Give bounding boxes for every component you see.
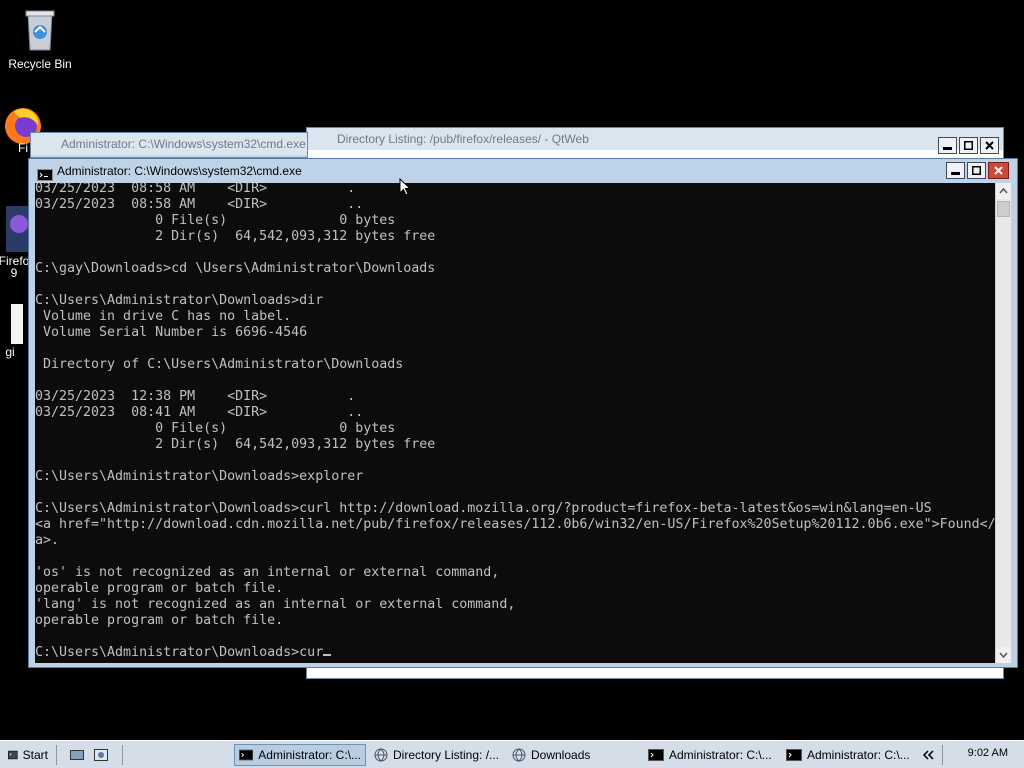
maximize-button[interactable]: [959, 137, 978, 154]
double-chevron-left-icon: [922, 750, 934, 760]
file-icon: [11, 304, 23, 344]
console-line: 'lang' is not recognized as an internal …: [35, 597, 516, 612]
cmd-window-controls: [946, 162, 1009, 179]
console-line: C:\Users\Administrator\Downloads>dir: [35, 293, 324, 308]
taskbar-item-cmd-3[interactable]: Administrator: C:\...: [782, 744, 914, 766]
console-line: Volume Serial Number is 6696-4546: [35, 325, 308, 340]
close-button[interactable]: [988, 162, 1009, 179]
cmd-window[interactable]: Administrator: C:\Windows\system32\cmd.e…: [28, 158, 1018, 668]
maximize-button[interactable]: [967, 162, 986, 179]
taskbar-item-downloads[interactable]: Downloads: [508, 744, 640, 766]
tray-expand-button[interactable]: [918, 744, 940, 766]
minimize-icon: [943, 147, 952, 150]
console-line: operable program or batch file.: [35, 581, 284, 596]
maximize-icon: [964, 141, 973, 150]
console-line: 2 Dir(s) 64,542,093,312 bytes free: [35, 437, 436, 452]
console-line: a>.: [35, 533, 60, 548]
cmd-window-title: Administrator: C:\Windows\system32\cmd.e…: [57, 164, 302, 178]
console-line: C:\gay\Downloads>cd \Users\Administrator…: [35, 261, 436, 276]
console-line: C:\Users\Administrator\Downloads>curl ht…: [35, 501, 932, 516]
clock[interactable]: 9:02 AM: [968, 747, 1008, 759]
quicklaunch-explorer[interactable]: [90, 744, 114, 766]
chevron-up-icon: [999, 188, 1008, 194]
console-icon: [239, 749, 254, 761]
taskbar-item-cmd-2[interactable]: Administrator: C:\...: [644, 744, 778, 766]
minimize-icon: [951, 172, 960, 175]
taskbar-item-label: Directory Listing: /...: [393, 748, 500, 762]
console-line: Volume in drive C has no label.: [35, 309, 292, 324]
taskbar-item-label: Administrator: C:\...: [258, 748, 361, 762]
console-icon: [786, 749, 802, 761]
cmd-titlebar[interactable]: Administrator: C:\Windows\system32\cmd.e…: [29, 159, 1017, 183]
start-label: Start: [22, 748, 48, 762]
console-line: 03/25/2023 12:38 PM <DIR> .: [35, 389, 356, 404]
desktop-icon-recycle-bin[interactable]: Recycle Bin: [0, 8, 80, 71]
start-icon: [8, 750, 18, 760]
console-line: 0 File(s) 0 bytes: [35, 213, 396, 228]
taskbar: Start Administrator: C:\... Directory Li…: [0, 740, 1024, 768]
taskbar-item-cmd-1[interactable]: Administrator: C:\...: [234, 744, 366, 766]
file-manager-icon: [94, 749, 108, 761]
chevron-down-icon: [999, 652, 1008, 658]
console-line: 'os' is not recognized as an internal or…: [35, 565, 500, 580]
taskbar-item-label: Downloads: [531, 748, 591, 762]
console-line: 03/25/2023 08:41 AM <DIR> ..: [35, 405, 364, 420]
minimize-button[interactable]: [946, 162, 965, 179]
taskbar-item-label: Administrator: C:\...: [807, 748, 910, 762]
quicklaunch-desktop[interactable]: [66, 744, 90, 766]
minimize-button[interactable]: [938, 137, 957, 154]
console-line: 03/25/2023 08:58 AM <DIR> .: [35, 183, 356, 196]
close-icon: [985, 141, 994, 150]
close-button[interactable]: [980, 137, 999, 154]
scrollbar-thumb[interactable]: [997, 201, 1010, 217]
console-line: C:\Users\Administrator\Downloads>explore…: [35, 469, 364, 484]
mouse-pointer-icon: [399, 178, 411, 196]
console-text: 03/25/2023 08:58 AM <DIR> . 03/25/2023 0…: [35, 183, 996, 661]
taskbar-divider: [56, 745, 57, 765]
console-line: Directory of C:\Users\Administrator\Down…: [35, 357, 404, 372]
console-line: 0 File(s) 0 bytes: [35, 421, 396, 436]
console-line: 03/25/2023 08:58 AM <DIR> ..: [35, 197, 364, 212]
text-cursor: [323, 654, 332, 656]
cmd-window-background[interactable]: Administrator: C:\Windows\system32\cmd.e…: [30, 132, 308, 158]
console-output[interactable]: 03/25/2023 08:58 AM <DIR> . 03/25/2023 0…: [35, 183, 997, 663]
console-line: 2 Dir(s) 64,542,093,312 bytes free: [35, 229, 436, 244]
recycle-bin-icon: [25, 10, 55, 51]
taskbar-divider: [942, 745, 943, 765]
scroll-down-button[interactable]: [996, 647, 1011, 663]
close-icon: [994, 166, 1003, 175]
vertical-scrollbar[interactable]: [995, 183, 1011, 663]
scroll-up-button[interactable]: [996, 183, 1011, 199]
console-prompt-line[interactable]: C:\Users\Administrator\Downloads>cur: [35, 645, 323, 660]
browser-window-controls: [938, 137, 999, 154]
console-line: <a href="http://download.cdn.mozilla.net…: [35, 517, 996, 532]
taskbar-divider: [122, 745, 123, 765]
taskbar-item-label: Administrator: C:\...: [669, 748, 772, 762]
console-line: operable program or batch file.: [35, 613, 284, 628]
taskbar-item-browser[interactable]: Directory Listing: /...: [370, 744, 504, 766]
browser-globe-icon: [512, 748, 526, 762]
start-button[interactable]: Start: [4, 744, 52, 766]
console-icon: [648, 749, 664, 761]
maximize-icon: [972, 166, 981, 175]
show-desktop-icon: [70, 750, 84, 760]
desktop-icon-label: Recycle Bin: [8, 57, 72, 71]
cmd-background-title: Administrator: C:\Windows\system32\cmd.e…: [31, 133, 307, 155]
browser-globe-icon: [374, 748, 388, 762]
browser-title: Directory Listing: /pub/firefox/releases…: [307, 128, 1003, 150]
